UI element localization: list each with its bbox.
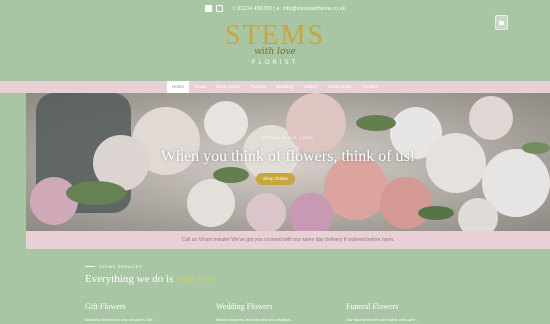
service-wedding-title[interactable]: Wedding Flowers bbox=[216, 302, 336, 311]
service-gift[interactable]: Gift Flowers Beautiful flowers for any o… bbox=[85, 302, 205, 322]
nav-item-wedding[interactable]: Wedding bbox=[271, 81, 299, 93]
nav-item-gallery[interactable]: Gallery bbox=[298, 81, 322, 93]
service-gift-text: Beautiful flowers for any occasion. We .… bbox=[85, 317, 158, 322]
shop-online-button[interactable]: Shop Online bbox=[256, 173, 295, 185]
top-bar: t: 01234 456789 | e: info@stemswithlove.… bbox=[0, 0, 550, 17]
section-title: Everything we do is with love bbox=[85, 273, 216, 285]
site-logo[interactable]: STEMS with love FLORIST bbox=[0, 20, 550, 67]
section-kicker: STEMS SERVICES bbox=[85, 264, 142, 269]
service-funeral[interactable]: Funeral Flowers Our funeral flowers are … bbox=[346, 302, 466, 322]
main-nav: Home About Shop Online Funeral Wedding G… bbox=[0, 81, 550, 93]
nav-item-contact[interactable]: Contact bbox=[358, 81, 384, 93]
facebook-icon[interactable] bbox=[204, 5, 212, 12]
logo-main: STEMS bbox=[224, 20, 326, 51]
delivery-notice: Call us 'til last minute! We've got you … bbox=[26, 231, 550, 249]
kicker-line bbox=[85, 266, 95, 267]
service-wedding[interactable]: Wedding Flowers Bridal bouquets, buttonh… bbox=[216, 302, 336, 322]
hero-title: When you think of flowers, think of us! bbox=[160, 148, 416, 165]
services-section: STEMS SERVICES Everything we do is with … bbox=[0, 249, 550, 324]
nav-item-shop-online[interactable]: Shop Online bbox=[211, 81, 246, 93]
nav-item-about[interactable]: About bbox=[189, 81, 211, 93]
service-funeral-title[interactable]: Funeral Flowers bbox=[346, 302, 466, 311]
service-gift-title[interactable]: Gift Flowers bbox=[85, 302, 205, 311]
section-title-script: with love bbox=[176, 273, 217, 285]
nav-item-funeral[interactable]: Funeral bbox=[246, 81, 271, 93]
service-wedding-text: Bridal bouquets, buttonholes and display… bbox=[216, 317, 295, 322]
logo-script: with love bbox=[254, 47, 296, 57]
hero-banner: STEMS WITH LOVE When you think of flower… bbox=[26, 93, 550, 231]
nav-item-testimonials[interactable]: Testimonials bbox=[323, 81, 358, 93]
service-funeral-text: Our funeral flowers are made with care .… bbox=[346, 317, 420, 322]
nav-item-home[interactable]: Home bbox=[166, 81, 189, 93]
instagram-icon[interactable] bbox=[215, 5, 223, 12]
contact-info[interactable]: t: 01234 456789 | e: info@stemswithlove.… bbox=[233, 6, 346, 12]
hero-kicker: STEMS WITH LOVE bbox=[262, 135, 314, 140]
section-title-main: Everything we do is bbox=[85, 273, 174, 285]
section-kicker-label: STEMS SERVICES bbox=[99, 264, 143, 269]
logo-subtitle: FLORIST bbox=[251, 60, 299, 66]
